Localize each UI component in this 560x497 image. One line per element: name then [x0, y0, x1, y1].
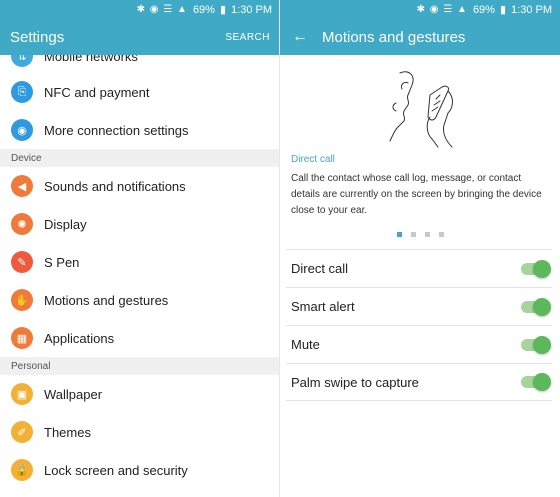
- battery-level: 69%: [192, 3, 215, 16]
- toggle-row-direct-call[interactable]: Direct call: [286, 249, 552, 287]
- battery-icon: ▮: [219, 4, 227, 16]
- toggle-label: Smart alert: [291, 299, 355, 314]
- page-dot[interactable]: [410, 232, 416, 237]
- mobile-networks-icon: ⇅: [11, 55, 33, 67]
- wallpaper-icon: ▣: [11, 383, 33, 405]
- page-dot[interactable]: [438, 232, 444, 237]
- description-text: Call the contact whose call log, message…: [291, 173, 542, 216]
- page-indicator: [280, 232, 560, 237]
- list-item-sounds-and-notifications[interactable]: ◀ Sounds and notifications: [0, 167, 280, 205]
- list-item-label: NFC and payment: [44, 84, 150, 100]
- list-item-label: Motions and gestures: [44, 292, 169, 308]
- display-icon: ✺: [11, 213, 33, 235]
- page-title: Motions and gestures: [322, 28, 466, 46]
- connections-icon: ◉: [11, 119, 33, 141]
- gesture-toggle-list: Direct call Smart alert Mute Palm swipe to …: [286, 249, 552, 401]
- sound-icon: ◀: [11, 175, 33, 197]
- status-bar: ✱ ◉ ☰ ▲ 69% ▮ 1:30 PM: [280, 0, 560, 19]
- nfc-icon: ⎘: [11, 81, 33, 103]
- toggle-switch[interactable]: [521, 297, 551, 316]
- toggle-label: Direct call: [291, 261, 349, 276]
- pen-icon: ✎: [11, 251, 33, 273]
- list-item-label: Mobile networks: [44, 55, 138, 64]
- list-item-mobile-networks[interactable]: ⇅ Mobile networks: [0, 55, 280, 73]
- battery-level: 69%: [472, 3, 495, 16]
- direct-call-illustration: [280, 55, 560, 153]
- status-bar: ✱ ◉ ☰ ▲ 69% ▮ 1:30 PM: [0, 0, 280, 19]
- page-title: Settings: [10, 28, 65, 46]
- list-item-label: Lock screen and security: [44, 462, 188, 478]
- list-item-more-connection-settings[interactable]: ◉ More connection settings: [0, 111, 280, 149]
- face-phone-illustration: [389, 71, 453, 148]
- toggle-switch[interactable]: [521, 335, 551, 354]
- list-item-nfc-and-payment[interactable]: ⎘ NFC and payment: [0, 73, 280, 111]
- list-item-label: Themes: [44, 424, 91, 440]
- settings-app-bar: Settings SEARCH: [0, 19, 280, 55]
- list-item-label: Wallpaper: [44, 386, 103, 402]
- motions-screen: ✱ ◉ ☰ ▲ 69% ▮ 1:30 PM ← Motions and gest…: [280, 0, 560, 497]
- toggle-label: Mute: [291, 337, 320, 352]
- search-button[interactable]: SEARCH: [225, 32, 270, 43]
- motion-icon: ✋: [11, 289, 33, 311]
- list-item-themes[interactable]: ✐ Themes: [0, 413, 280, 451]
- motions-app-bar: ← Motions and gestures: [280, 19, 560, 55]
- section-header-device: Device: [0, 149, 280, 167]
- toggle-row-mute[interactable]: Mute: [286, 325, 552, 363]
- settings-screen: ✱ ◉ ☰ ▲ 69% ▮ 1:30 PM Settings SEARCH ⇅ …: [0, 0, 280, 497]
- list-item-lock-screen-and-security[interactable]: 🔒 Lock screen and security: [0, 451, 280, 489]
- list-item-applications[interactable]: ▦ Applications: [0, 319, 280, 357]
- list-item-motions-and-gestures[interactable]: ✋ Motions and gestures: [0, 281, 280, 319]
- apps-icon: ▦: [11, 327, 33, 349]
- list-item-label: S Pen: [44, 254, 80, 270]
- list-item-label: Sounds and notifications: [44, 178, 186, 194]
- page-dot[interactable]: [396, 232, 402, 237]
- toggle-row-smart-alert[interactable]: Smart alert: [286, 287, 552, 325]
- toggle-knob: [533, 335, 551, 354]
- toggle-label: Palm swipe to capture: [291, 374, 419, 390]
- toggle-knob: [533, 373, 551, 391]
- toggle-row-palm-swipe-to-capture[interactable]: Palm swipe to capture: [286, 363, 552, 401]
- section-header-personal: Personal: [0, 357, 280, 375]
- toggle-knob: [533, 297, 551, 316]
- description-title: Direct call: [291, 154, 335, 165]
- page-dot[interactable]: [424, 232, 430, 237]
- themes-icon: ✐: [11, 421, 33, 443]
- toggle-switch[interactable]: [521, 373, 551, 391]
- list-item-label: Applications: [44, 330, 115, 346]
- toggle-knob: [533, 259, 551, 278]
- signal-icons: ✱ ◉ ☰ ▲: [136, 4, 188, 15]
- toggle-switch[interactable]: [521, 259, 551, 278]
- list-item-wallpaper[interactable]: ▣ Wallpaper: [0, 375, 280, 413]
- list-item-s-pen[interactable]: ✎ S Pen: [0, 243, 280, 281]
- list-item-display[interactable]: ✺ Display: [0, 205, 280, 243]
- clock: 1:30 PM: [231, 3, 272, 16]
- list-item-label: More connection settings: [44, 122, 189, 138]
- clock: 1:30 PM: [511, 3, 552, 16]
- battery-icon: ▮: [499, 4, 507, 16]
- settings-list: ⇅ Mobile networks ⎘ NFC and payment ◉ More …: [0, 55, 280, 497]
- lock-icon: 🔒: [11, 459, 33, 481]
- back-arrow-icon[interactable]: ←: [292, 28, 308, 46]
- list-item-label: Display: [44, 216, 87, 232]
- signal-icons: ✱ ◉ ☰ ▲: [416, 4, 468, 15]
